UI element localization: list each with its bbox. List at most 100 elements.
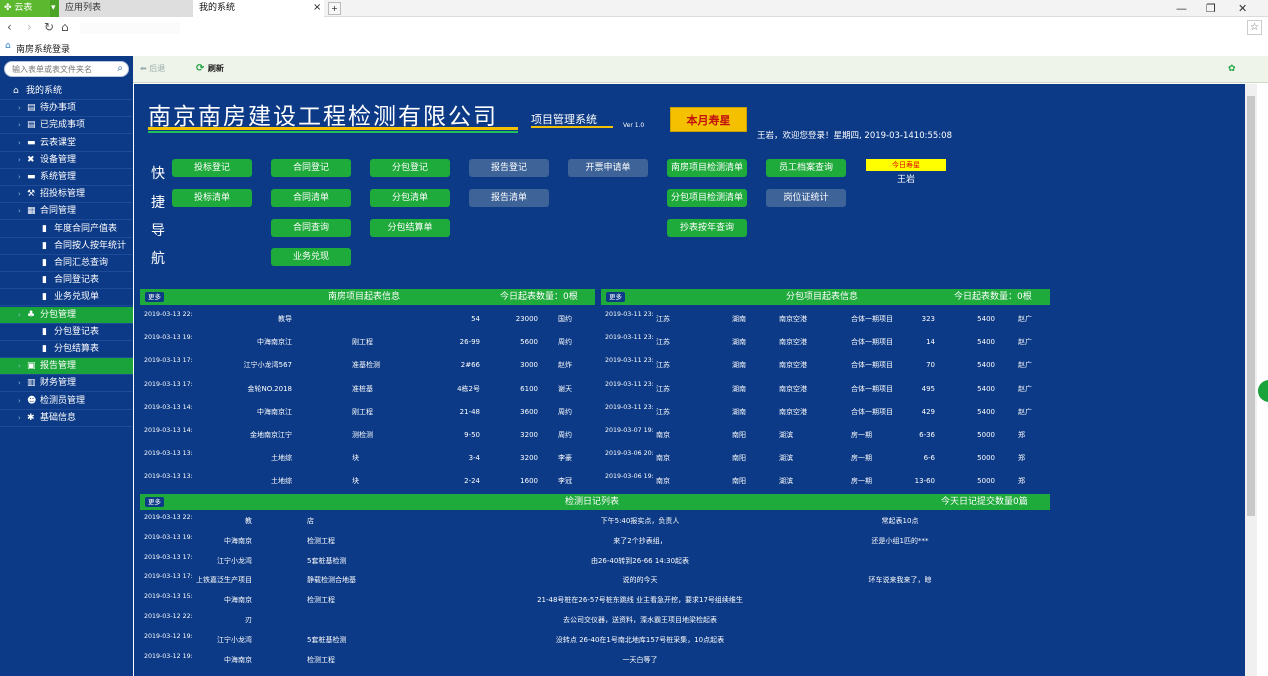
- row-cell: 3000: [520, 361, 538, 370]
- sidebar-item[interactable]: ▮ 年度合同产值表: [0, 221, 133, 238]
- toolbar-settings-icon[interactable]: ✿: [1228, 64, 1236, 74]
- brand-dropdown-icon[interactable]: ▾: [50, 0, 59, 17]
- quick-nav-button[interactable]: 岗位证统计: [766, 189, 846, 207]
- cloud-icon: ✤: [4, 3, 15, 13]
- tab-app-list[interactable]: 应用列表: [59, 0, 193, 17]
- back-icon[interactable]: ‹: [7, 20, 12, 34]
- back-label: 后退: [149, 64, 166, 73]
- more-button[interactable]: 更多: [145, 292, 164, 302]
- star-icon[interactable]: ☆: [1247, 20, 1262, 35]
- row-cell: 教: [245, 517, 252, 525]
- sidebar-item[interactable]: › ✖ 设备管理: [0, 152, 133, 169]
- row-cell: 2#66: [460, 361, 480, 370]
- chevron-right-icon[interactable]: ›: [18, 100, 21, 117]
- sidebar-item[interactable]: ▮ 分包结算表: [0, 341, 133, 358]
- sidebar-item[interactable]: ⌂ 我的系统: [0, 83, 133, 100]
- refresh-button[interactable]: ⟳ 刷新: [196, 63, 224, 74]
- quick-nav-button[interactable]: 报告登记: [469, 159, 549, 177]
- chevron-right-icon[interactable]: ›: [18, 203, 21, 220]
- quick-nav-button[interactable]: 合同查询: [271, 219, 351, 237]
- more-button[interactable]: 更多: [145, 497, 164, 507]
- forward-icon[interactable]: ›: [27, 20, 32, 34]
- sidebar-item[interactable]: › ▤ 已完成事项: [0, 117, 133, 135]
- sidebar-item[interactable]: › ✱ 基础信息: [0, 410, 133, 427]
- quick-nav-button[interactable]: 投标清单: [172, 189, 252, 207]
- chevron-right-icon[interactable]: ›: [18, 135, 21, 152]
- chevron-right-icon[interactable]: ›: [18, 169, 21, 186]
- row-cell: 中海南京: [224, 596, 252, 605]
- quick-nav-button[interactable]: 合同清单: [271, 189, 351, 207]
- quick-nav-button[interactable]: 报告清单: [469, 189, 549, 207]
- sidebar-item[interactable]: › ▦ 合同管理: [0, 203, 133, 221]
- minimize-icon[interactable]: —: [1176, 2, 1187, 15]
- row-cell: 21-48号桩在26-57号桩东跳线 业主看急开挖，要求17号组续维生: [537, 596, 743, 605]
- birthday-star-button[interactable]: 本月寿星: [670, 107, 747, 132]
- sidebar-item[interactable]: › ▥ 财务管理: [0, 375, 133, 393]
- row-cell: 李冠: [558, 477, 572, 486]
- chevron-right-icon[interactable]: ›: [18, 393, 21, 410]
- row-timestamp: 2019-03-13 14:57:42: [144, 403, 192, 411]
- sidebar-item[interactable]: › ⚒ 招投标管理: [0, 186, 133, 204]
- row-cell: 湖南: [732, 338, 746, 347]
- chevron-right-icon[interactable]: ›: [18, 307, 21, 324]
- close-window-icon[interactable]: ✕: [1238, 2, 1247, 15]
- row-timestamp: 2019-03-13 19:10:38: [144, 533, 192, 541]
- sidebar-item[interactable]: ▮ 合同汇总查询: [0, 255, 133, 272]
- quick-nav-button[interactable]: 投标登记: [172, 159, 252, 177]
- quick-nav-button[interactable]: 业务兑现: [271, 248, 351, 266]
- close-tab-icon[interactable]: ×: [310, 0, 324, 17]
- sidebar-item[interactable]: ▮ 业务兑现单: [0, 289, 133, 307]
- search-input[interactable]: [12, 64, 110, 75]
- sidebar-item[interactable]: › ▬ 云表课堂: [0, 135, 133, 152]
- bookmark-link[interactable]: 南房系统登录: [16, 42, 70, 55]
- bookmark-home-icon: ⌂: [5, 41, 11, 51]
- quick-nav-button[interactable]: 南房项目检测清单: [667, 159, 747, 177]
- sidebar-item[interactable]: › ☻ 检测员管理: [0, 393, 133, 410]
- reload-icon[interactable]: ↻: [44, 20, 54, 34]
- new-tab-button[interactable]: +: [328, 2, 341, 15]
- sidebar-item[interactable]: ▮ 合同登记表: [0, 272, 133, 290]
- quick-nav-button[interactable]: 开票申请单: [568, 159, 648, 177]
- home-icon[interactable]: ⌂: [61, 20, 69, 34]
- row-cell: 江苏: [656, 384, 670, 393]
- quick-nav-button[interactable]: 分包结算单: [370, 219, 450, 237]
- search-icon[interactable]: ⌕: [117, 63, 123, 74]
- chevron-right-icon[interactable]: ›: [18, 358, 21, 375]
- row-timestamp: 2019-03-12 19:19:40: [144, 652, 192, 660]
- sidebar-item[interactable]: › ▣ 报告管理: [0, 358, 133, 376]
- quick-nav-button[interactable]: 分包登记: [370, 159, 450, 177]
- chevron-right-icon[interactable]: ›: [18, 375, 21, 392]
- sidebar-item-label: 已完成事项: [40, 120, 86, 131]
- quick-nav-button[interactable]: 分包清单: [370, 189, 450, 207]
- quick-nav-button[interactable]: 分包项目检测清单: [667, 189, 747, 207]
- tab-my-system[interactable]: 我的系统: [193, 0, 324, 17]
- sidebar-item[interactable]: ▮ 合同按人按年统计: [0, 238, 133, 255]
- panel-count: 今日起表数量：0根: [954, 292, 1032, 302]
- sidebar-item-label: 基础信息: [40, 412, 77, 423]
- row-timestamp: 2019-03-13 13:06:56: [144, 473, 192, 481]
- chevron-right-icon[interactable]: ›: [18, 186, 21, 203]
- sidebar-item[interactable]: › ▤ 待办事项: [0, 100, 133, 118]
- row-cell: 3600: [520, 407, 538, 416]
- row-cell: 495: [921, 384, 935, 393]
- chevron-right-icon[interactable]: ›: [18, 152, 21, 169]
- sidebar-item[interactable]: › ♣ 分包管理: [0, 306, 133, 324]
- users-icon: ☻: [27, 395, 37, 406]
- quick-nav-button[interactable]: 抄表按年查询: [667, 219, 747, 237]
- row-cell: 23000: [515, 315, 538, 323]
- more-button[interactable]: 更多: [606, 292, 625, 302]
- sidebar-item[interactable]: ▮ 分包登记表: [0, 324, 133, 341]
- floating-assistant-button[interactable]: [1256, 378, 1268, 404]
- chevron-right-icon[interactable]: ›: [18, 117, 21, 134]
- row-cell: 南京空港: [779, 384, 807, 393]
- restore-icon[interactable]: ❐: [1206, 2, 1216, 15]
- quick-nav-button[interactable]: 员工档案查询: [766, 159, 846, 177]
- address-bar[interactable]: [80, 22, 180, 34]
- quick-nav-button[interactable]: 合同登记: [271, 159, 351, 177]
- chevron-right-icon[interactable]: ›: [18, 410, 21, 427]
- sidebar-item[interactable]: › ▬ 系统管理: [0, 169, 133, 186]
- sidebar-item-label: 检测员管理: [40, 395, 86, 406]
- scrollbar-thumb[interactable]: [1247, 96, 1255, 516]
- row-cell: 江苏: [656, 315, 670, 323]
- back-button[interactable]: ⬅ 后退: [140, 63, 165, 74]
